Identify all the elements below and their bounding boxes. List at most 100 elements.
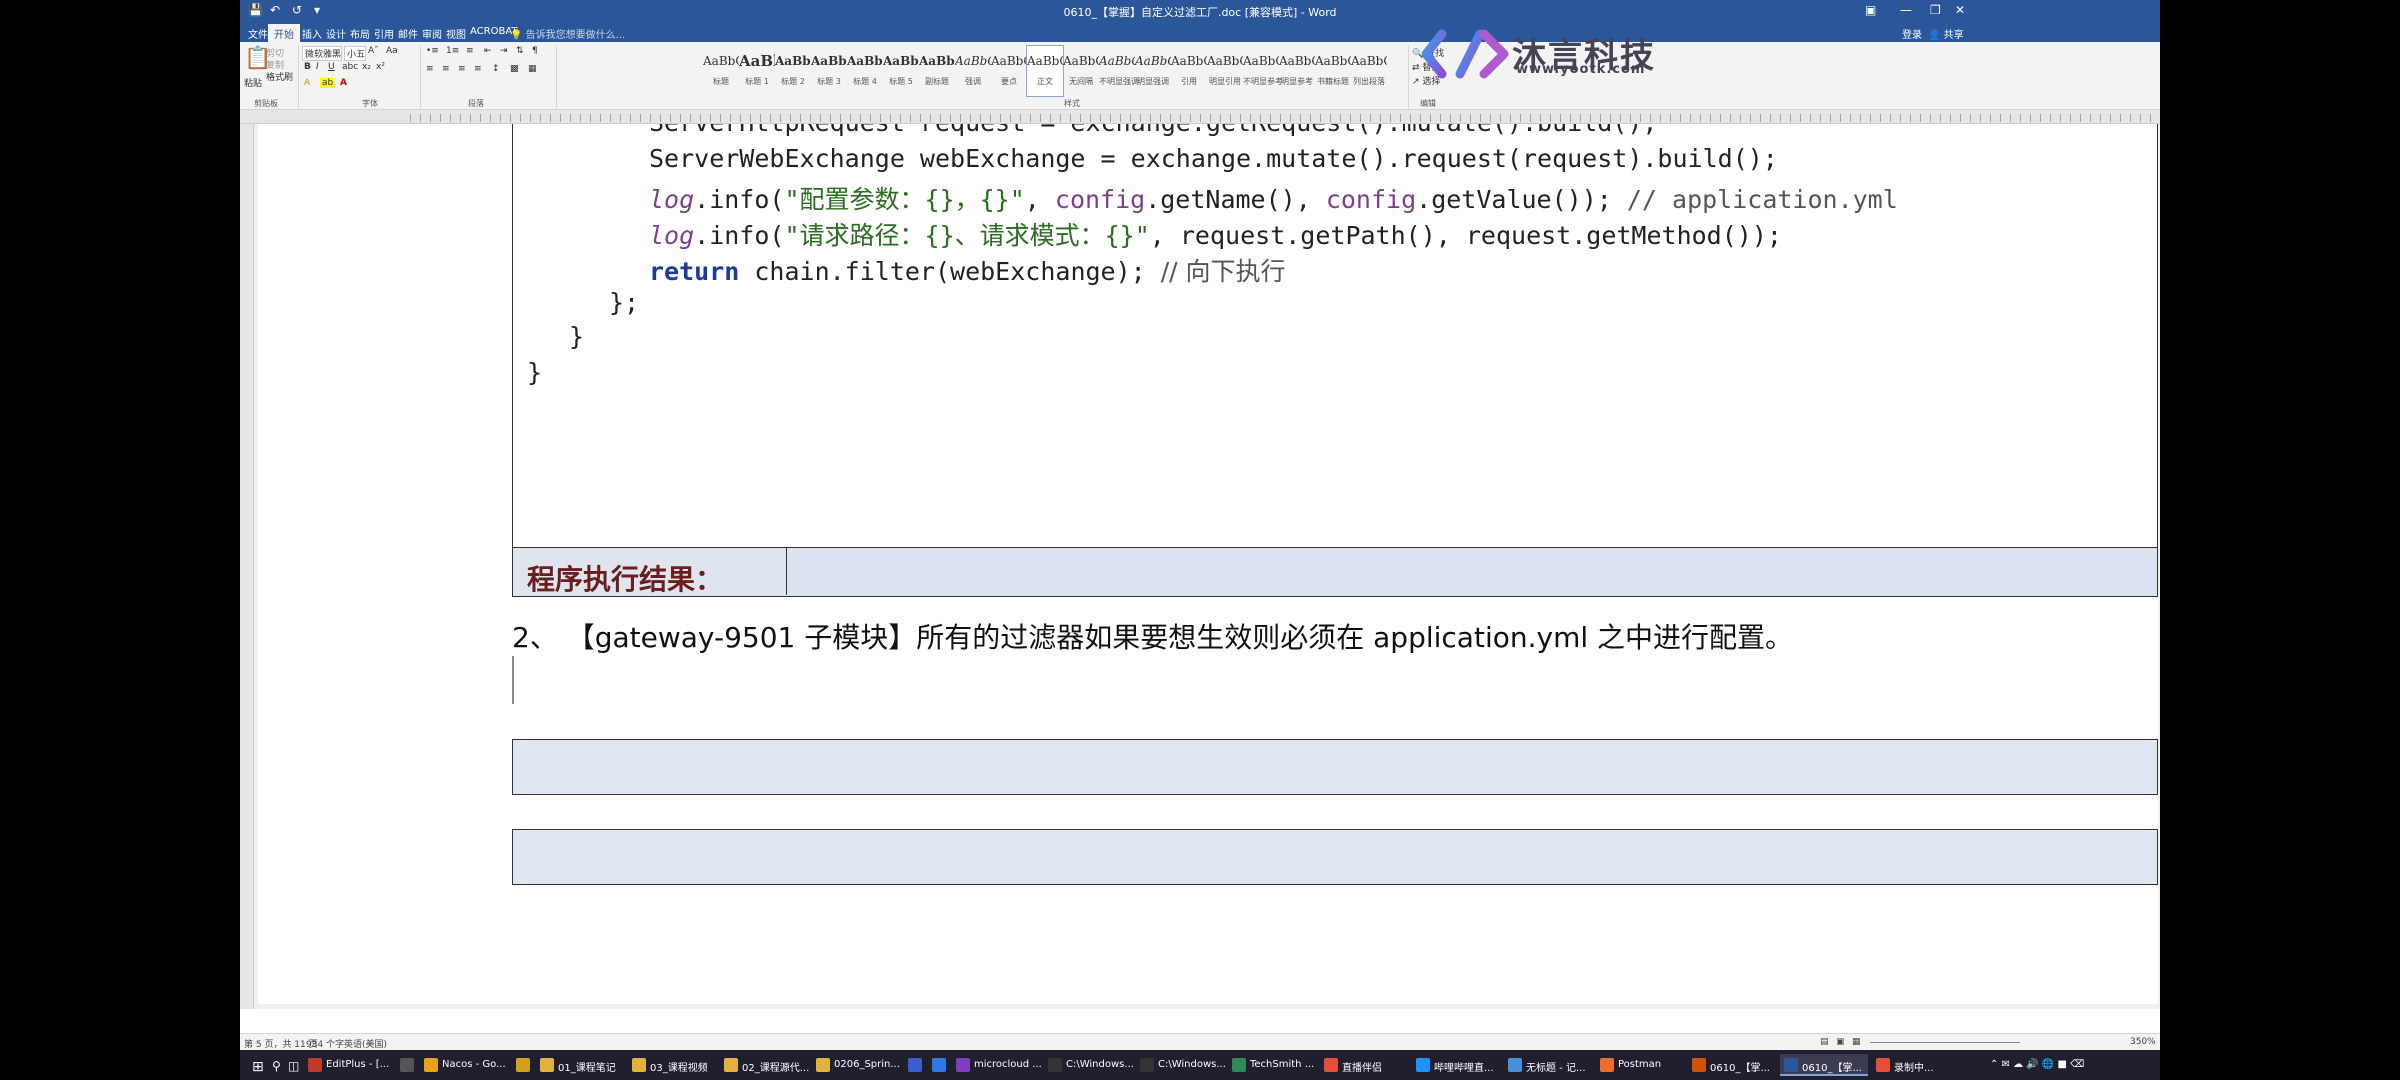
vertical-ruler[interactable] [240, 124, 254, 1009]
code-line[interactable]: ServerHttpRequest request = exchange.get… [649, 124, 1657, 137]
decrease-indent-icon[interactable]: ⇤ [484, 46, 492, 56]
grow-font-icon[interactable]: Aˆ [368, 46, 379, 56]
tab-insert[interactable]: 插入 [302, 26, 322, 41]
style-tile[interactable]: AaBbCcD 要点 [991, 46, 1027, 96]
taskbar-app[interactable] [904, 1054, 926, 1076]
show-marks-icon[interactable]: ¶ [532, 46, 538, 56]
text-effects-icon[interactable]: A [304, 78, 310, 88]
style-tile[interactable]: AaBbCcDc 明显引用 [1207, 46, 1243, 96]
increase-indent-icon[interactable]: ⇥ [500, 46, 508, 56]
bullets-icon[interactable]: •≡ [426, 46, 439, 56]
taskbar-app[interactable] [396, 1054, 418, 1076]
tab-view[interactable]: 视图 [446, 26, 466, 41]
style-tile[interactable]: AaBb(标题 3 [811, 46, 847, 96]
horizontal-ruler[interactable] [240, 110, 2160, 124]
style-tile[interactable]: AaBbC 副标题 [919, 46, 955, 96]
restore-button[interactable]: ❐ [1930, 3, 1941, 17]
code-block[interactable]: ServerHttpRequest request = exchange.get… [512, 124, 2158, 547]
style-tile[interactable]: AaBbC 标题 5 [883, 46, 919, 96]
taskbar-app[interactable]: 录制中... [1872, 1054, 1960, 1076]
code-line[interactable]: } [569, 322, 584, 351]
sort-icon[interactable]: ⇅ [516, 46, 524, 56]
taskbar-app[interactable]: 0610_【掌... [1780, 1054, 1868, 1076]
change-case-icon[interactable]: Aa [386, 46, 398, 56]
tab-file[interactable]: 文件 [248, 26, 268, 41]
zoom-level[interactable]: 350% [2130, 1037, 2156, 1047]
taskbar-app[interactable] [928, 1054, 950, 1076]
search-icon[interactable]: ⚲ [268, 1054, 281, 1076]
font-size-select[interactable]: 小五 [344, 46, 366, 61]
style-tile[interactable]: AaBbCcD 不明显参考 [1243, 46, 1283, 96]
taskbar-app[interactable]: 01_课程笔记 [536, 1054, 624, 1076]
taskbar-app[interactable]: 哔哩哔哩直... [1412, 1054, 1500, 1076]
share-button[interactable]: 👤 共享 [1928, 26, 1964, 41]
bold-button[interactable]: B [304, 62, 311, 72]
step-paragraph[interactable]: 2、 【gateway-9501 子模块】所有的过滤器如果要想生效则必须在 ap… [512, 616, 1793, 656]
shading-icon[interactable]: ▩ [510, 64, 519, 74]
read-mode-icon[interactable]: ▤ [1820, 1037, 1829, 1047]
taskbar-app[interactable]: 03_课程视频 [628, 1054, 716, 1076]
result-table-row[interactable]: 程序执行结果： [512, 547, 2158, 597]
sign-in-link[interactable]: 登录 [1902, 26, 1922, 41]
style-tile[interactable]: AaBbCcDi 强调 [955, 46, 991, 96]
font-name-select[interactable]: 微软雅黑 [302, 46, 342, 61]
style-tile[interactable]: AaBbCcDc 正文 [1026, 45, 1064, 97]
style-tile[interactable]: AaBbC 标题 4 [847, 46, 883, 96]
strikethrough-button[interactable]: abc [342, 62, 358, 72]
taskbar-app[interactable]: TechSmith ... [1228, 1054, 1316, 1076]
superscript-button[interactable]: x² [376, 62, 385, 72]
tab-design[interactable]: 设计 [326, 26, 346, 41]
justify-icon[interactable]: ≡ [474, 64, 482, 74]
empty-code-box[interactable] [512, 739, 2158, 795]
zoom-slider[interactable] [1870, 1042, 2020, 1043]
code-line[interactable]: log.info("配置参数：{}，{}", config.getName(),… [649, 180, 1898, 216]
line-spacing-icon[interactable]: ↕ [492, 64, 500, 74]
web-layout-icon[interactable]: ▦ [1852, 1037, 1861, 1047]
print-layout-icon[interactable]: ▣ [1836, 1037, 1845, 1047]
ribbon-display-icon[interactable]: ▣ [1865, 3, 1876, 17]
style-tile[interactable]: AaBb(标题 2 [775, 46, 811, 96]
taskbar-app[interactable]: C:\Windows... [1136, 1054, 1226, 1076]
taskbar-app[interactable]: 无标题 - 记... [1504, 1054, 1592, 1076]
align-center-icon[interactable]: ≡ [442, 64, 450, 74]
font-color-icon[interactable]: A [340, 78, 347, 88]
taskbar-app[interactable]: microcloud ... [952, 1054, 1042, 1076]
style-tile[interactable]: AaBbCcD 书籍标题 [1315, 46, 1351, 96]
code-line[interactable]: return chain.filter(webExchange); // 向下执… [649, 252, 1286, 288]
style-tile[interactable]: AaBbC 标题 [703, 46, 739, 96]
taskbar-app[interactable]: C:\Windows... [1044, 1054, 1134, 1076]
style-tile[interactable]: AaBbCcDc 无间隔 [1063, 46, 1099, 96]
style-tile[interactable]: AaBl 标题 1 [739, 46, 775, 96]
taskbar-app[interactable]: 直播伴侣 [1320, 1054, 1408, 1076]
multilevel-list-icon[interactable]: ≡ [466, 46, 474, 56]
highlight-color-icon[interactable]: ab [320, 78, 336, 88]
tab-mailings[interactable]: 邮件 [398, 26, 418, 41]
language-indicator[interactable]: 英语(美国) [344, 1037, 387, 1050]
word-count[interactable]: 934 个字 [306, 1037, 344, 1050]
taskbar-app[interactable] [512, 1054, 534, 1076]
style-tile[interactable]: AaBbCcDc 不明显强调 [1099, 46, 1139, 96]
code-line[interactable]: }; [609, 288, 639, 317]
document-page[interactable]: ServerHttpRequest request = exchange.get… [258, 124, 2158, 1004]
minimize-button[interactable]: — [1900, 3, 1912, 17]
document-area[interactable]: ServerHttpRequest request = exchange.get… [254, 124, 2160, 1009]
paste-button[interactable]: 粘贴 [244, 76, 262, 89]
style-tile[interactable]: AaBbCcDc 明显强调 [1135, 46, 1171, 96]
taskbar-app[interactable]: 0206_Sprin... [812, 1054, 900, 1076]
code-line[interactable]: ServerWebExchange webExchange = exchange… [649, 144, 1778, 173]
align-left-icon[interactable]: ≡ [426, 64, 434, 74]
tab-layout[interactable]: 布局 [350, 26, 370, 41]
style-tile[interactable]: AaBbCcI 明显参考 [1279, 46, 1315, 96]
system-tray[interactable]: ⌃ ✉ ☁ 🔊 🌐 ■ ⌫ [1990, 1054, 2084, 1076]
borders-icon[interactable]: ▦ [528, 64, 537, 74]
close-button[interactable]: ✕ [1955, 3, 1965, 17]
task-view-icon[interactable]: ◫ [284, 1054, 299, 1076]
start-button[interactable]: ⊞ [244, 1054, 264, 1076]
numbering-icon[interactable]: 1≡ [446, 46, 459, 56]
tab-references[interactable]: 引用 [374, 26, 394, 41]
style-tile[interactable]: AaBbCcDc 列出段落 [1351, 46, 1387, 96]
style-tile[interactable]: AaBbCcDc 引用 [1171, 46, 1207, 96]
taskbar-app[interactable]: 0610_【掌... [1688, 1054, 1776, 1076]
taskbar-app[interactable]: EditPlus - [... [304, 1054, 392, 1076]
format-painter-button[interactable]: 格式刷 [266, 70, 293, 83]
